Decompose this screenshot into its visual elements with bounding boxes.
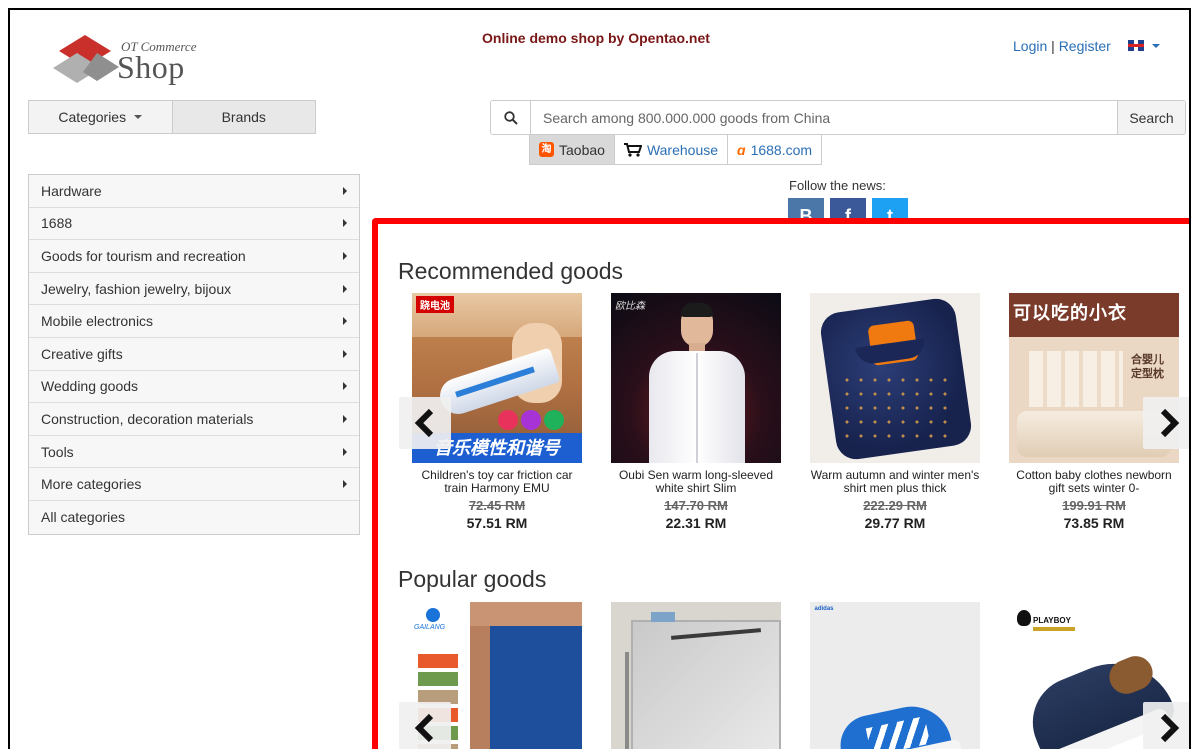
source-1688[interactable]: ɑ 1688.com (728, 134, 823, 165)
product-card[interactable] (611, 602, 781, 749)
shop-logo[interactable]: OT Commerce Shop (47, 25, 227, 87)
cart-icon (623, 142, 642, 157)
search-button[interactable]: Search (1117, 101, 1185, 134)
sidebar-item-label: 1688 (41, 215, 73, 232)
price: 29.77 RM (864, 515, 926, 531)
sidebar-item-label: Hardware (41, 182, 102, 199)
logo-title: Shop (117, 49, 185, 85)
login-link[interactable]: Login (1013, 38, 1047, 54)
product-name[interactable]: Warm autumn and winter men's shirt men p… (810, 469, 980, 495)
chevron-right-icon (343, 414, 347, 423)
sidebar-item-label: Jewelry, fashion jewelry, bijoux (41, 280, 232, 297)
old-price: 72.45 RM (468, 498, 526, 513)
product-image[interactable]: adidas (810, 602, 980, 749)
chevron-right-icon (343, 480, 347, 489)
sidebar-item-label: Mobile electronics (41, 313, 154, 330)
sidebar-item-label: Wedding goods (41, 378, 139, 395)
source-selector: 淘 Taobao Warehouse ɑ 1688.com (529, 134, 823, 165)
carousel-prev-button[interactable] (399, 702, 451, 749)
category-sidebar: Hardware 1688 Goods for tourism and recr… (28, 174, 360, 535)
register-link[interactable]: Register (1059, 38, 1111, 54)
sidebar-item-label: All categories (41, 509, 126, 526)
chevron-left-icon (414, 408, 434, 438)
categories-label: Categories (58, 109, 127, 125)
product-card[interactable]: Warm autumn and winter men's shirt men p… (810, 293, 980, 531)
sidebar-item-1688[interactable]: 1688 (29, 207, 359, 241)
chevron-right-icon (1160, 713, 1180, 743)
sidebar-item-label: Tools (41, 443, 74, 460)
chevron-right-icon (343, 284, 347, 293)
sidebar-item-label: Construction, decoration materials (41, 410, 254, 427)
chevron-right-icon (343, 219, 347, 228)
brands-label: Brands (221, 109, 266, 125)
source-label: 1688.com (750, 141, 813, 158)
search-bar: Search (490, 100, 1186, 135)
product-card[interactable]: 欧比森 Oubi Sen warm long-sleeved white shi… (611, 293, 781, 531)
sidebar-item-tools[interactable]: Tools (29, 435, 359, 469)
goods-panel: Recommended goods 跷电池 音乐模性和谐号 Children's… (372, 218, 1189, 749)
sidebar-item-label: More categories (41, 476, 142, 493)
old-price: 199.91 RM (1062, 498, 1126, 513)
sidebar-item-more[interactable]: More categories (29, 468, 359, 501)
catalog-tabs: Categories Brands (28, 100, 316, 134)
logo-diamond-icon (53, 35, 119, 83)
site-tagline: Online demo shop by Opentao.net (482, 30, 710, 46)
recommended-carousel: 跷电池 音乐模性和谐号 Children's toy car friction … (412, 293, 1179, 531)
chevron-right-icon (343, 349, 347, 358)
sidebar-item-wedding[interactable]: Wedding goods (29, 370, 359, 404)
price: 57.51 RM (466, 515, 528, 531)
search-icon[interactable] (491, 101, 531, 134)
sidebar-item-construction[interactable]: Construction, decoration materials (29, 403, 359, 436)
sidebar-item-label: Goods for tourism and recreation (41, 247, 246, 264)
price: 22.31 RM (665, 515, 727, 531)
brands-tab[interactable]: Brands (171, 101, 315, 133)
source-label: Warehouse (646, 141, 719, 158)
language-selector[interactable] (1128, 40, 1160, 51)
chevron-right-icon (343, 186, 347, 195)
product-name[interactable]: Oubi Sen warm long-sleeved white shirt S… (611, 469, 781, 495)
product-image[interactable] (810, 293, 980, 463)
popular-carousel: GAILANG adidas PLAYBOY (412, 602, 1179, 749)
product-name[interactable]: Children's toy car friction car train Ha… (412, 469, 582, 495)
chevron-down-icon (134, 115, 143, 119)
sidebar-item-creative-gifts[interactable]: Creative gifts (29, 337, 359, 371)
chevron-right-icon (343, 447, 347, 456)
source-label: Taobao (559, 141, 605, 158)
product-image[interactable] (611, 602, 781, 749)
sidebar-item-mobile-electronics[interactable]: Mobile electronics (29, 305, 359, 338)
follow-label: Follow the news: (789, 178, 886, 193)
categories-dropdown[interactable]: Categories (29, 101, 172, 133)
product-name[interactable]: Cotton baby clothes newborn gift sets wi… (1009, 469, 1179, 495)
chevron-down-icon (1152, 43, 1160, 48)
chevron-right-icon (1160, 408, 1180, 438)
sidebar-item-label: Creative gifts (41, 345, 123, 362)
carousel-next-button[interactable] (1143, 702, 1189, 749)
carousel-prev-button[interactable] (399, 397, 451, 449)
auth-separator: | (1051, 38, 1055, 54)
popular-title: Popular goods (398, 566, 547, 592)
sidebar-item-jewelry[interactable]: Jewelry, fashion jewelry, bijoux (29, 272, 359, 306)
taobao-icon: 淘 (539, 142, 554, 157)
sidebar-item-tourism[interactable]: Goods for tourism and recreation (29, 240, 359, 273)
carousel-next-button[interactable] (1143, 397, 1189, 449)
product-card[interactable]: adidas (810, 602, 980, 749)
source-warehouse[interactable]: Warehouse (614, 134, 729, 165)
recommended-title: Recommended goods (398, 258, 624, 284)
sidebar-item-hardware[interactable]: Hardware (29, 175, 359, 208)
product-image[interactable]: 欧比森 (611, 293, 781, 463)
uk-flag-icon (1128, 40, 1144, 51)
auth-links: Login | Register (1013, 38, 1111, 54)
old-price: 222.29 RM (863, 498, 927, 513)
chevron-right-icon (343, 317, 347, 326)
chevron-right-icon (343, 382, 347, 391)
chevron-left-icon (414, 713, 434, 743)
chevron-right-icon (343, 251, 347, 260)
search-input[interactable] (531, 101, 1117, 134)
old-price: 147.70 RM (664, 498, 728, 513)
price: 73.85 RM (1063, 515, 1125, 531)
sidebar-item-all[interactable]: All categories (29, 500, 359, 534)
browser-page: OT Commerce Shop Online demo shop by Ope… (8, 8, 1191, 749)
1688-icon: ɑ (737, 141, 746, 158)
source-taobao[interactable]: 淘 Taobao (529, 134, 615, 165)
